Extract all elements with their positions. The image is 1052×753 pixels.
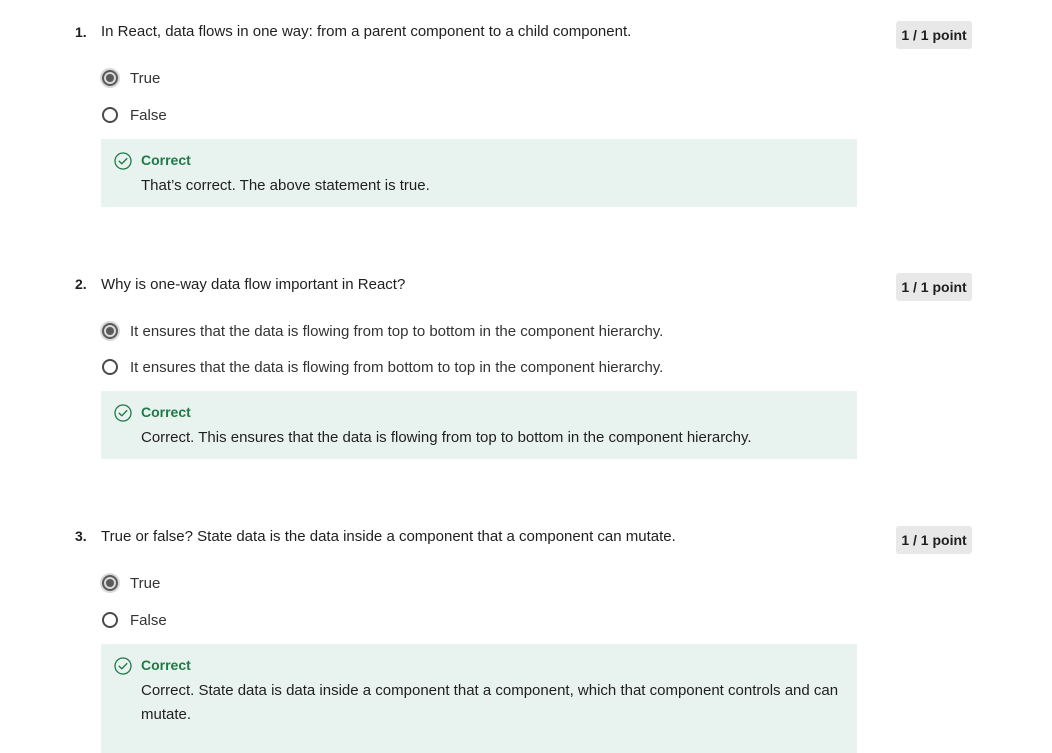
question-number: 1. (75, 24, 87, 40)
option-label: True (130, 574, 161, 592)
option-label: False (130, 611, 167, 629)
feedback-correct: Correct That’s correct. The above statem… (101, 139, 857, 207)
points-badge: 1 / 1 point (896, 21, 972, 49)
feedback-text: That’s correct. The above statement is t… (141, 177, 430, 194)
feedback-text: Correct. This ensures that the data is f… (141, 429, 752, 446)
radio-selected-icon[interactable] (100, 68, 120, 88)
option-label: It ensures that the data is flowing from… (130, 358, 664, 376)
feedback-title: Correct (141, 657, 191, 673)
feedback-correct: Correct Correct. State data is data insi… (101, 644, 857, 753)
check-circle-icon (114, 404, 132, 422)
question-number: 2. (75, 276, 87, 292)
feedback-text: Correct. State data is data inside a com… (141, 682, 839, 723)
check-circle-icon (114, 657, 132, 675)
option-bottom-to-top[interactable]: It ensures that the data is flowing from… (100, 356, 663, 378)
feedback-title: Correct (141, 152, 191, 168)
radio-selected-icon[interactable] (100, 573, 120, 593)
option-false[interactable]: False (100, 609, 167, 631)
option-true[interactable]: True (100, 572, 160, 594)
radio-unselected-icon[interactable] (100, 357, 120, 377)
option-top-to-bottom[interactable]: It ensures that the data is flowing from… (100, 320, 663, 342)
points-badge: 1 / 1 point (896, 526, 972, 554)
feedback-title: Correct (141, 404, 191, 420)
option-false[interactable]: False (100, 104, 167, 126)
question-text: True or false? State data is the data in… (101, 528, 676, 545)
question-text: In React, data flows in one way: from a … (101, 23, 632, 40)
option-label: It ensures that the data is flowing from… (130, 322, 664, 340)
radio-selected-icon[interactable] (100, 321, 120, 341)
option-label: False (130, 106, 167, 124)
question-number: 3. (75, 528, 87, 544)
option-true[interactable]: True (100, 67, 160, 89)
option-label: True (130, 69, 161, 87)
radio-unselected-icon[interactable] (100, 105, 120, 125)
check-circle-icon (114, 152, 132, 170)
points-badge: 1 / 1 point (896, 273, 972, 301)
question-text: Why is one-way data flow important in Re… (101, 276, 406, 293)
feedback-correct: Correct Correct. This ensures that the d… (101, 391, 857, 459)
radio-unselected-icon[interactable] (100, 610, 120, 630)
